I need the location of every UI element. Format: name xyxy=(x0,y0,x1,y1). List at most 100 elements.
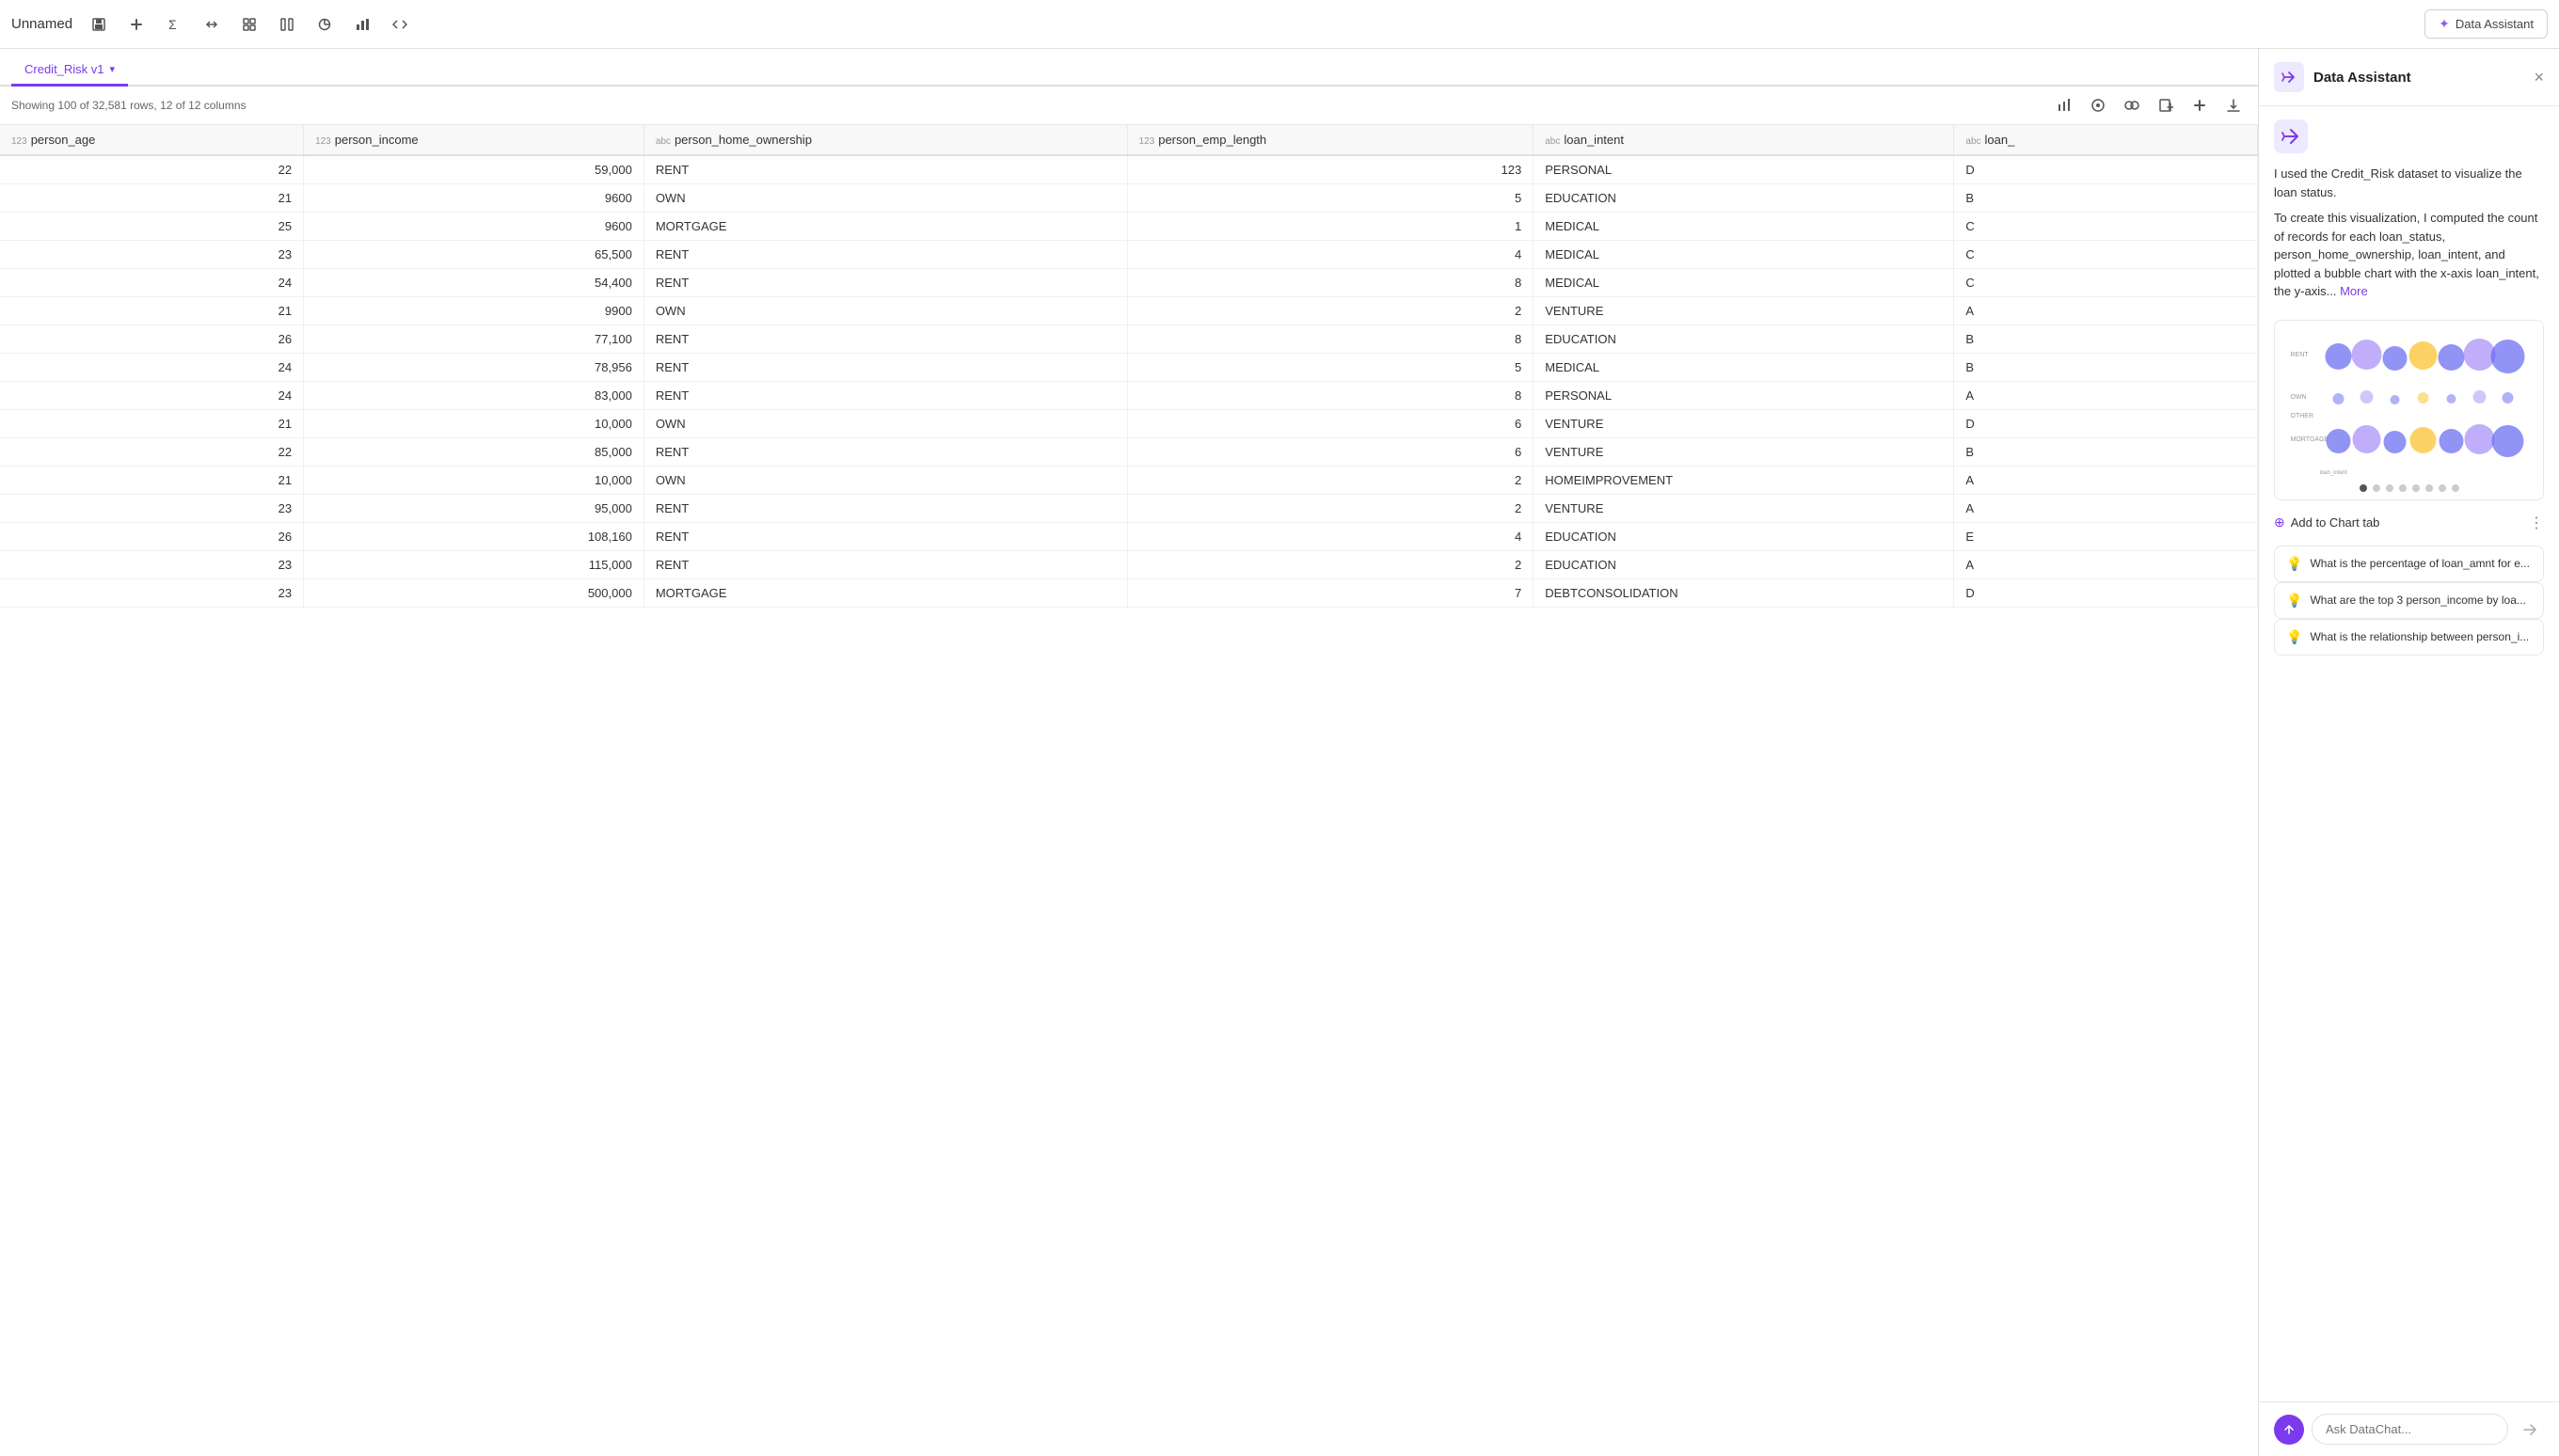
cell-loan: E xyxy=(1954,523,2258,551)
col-header-home-ownership[interactable]: abcperson_home_ownership xyxy=(644,125,1127,155)
chart-dot-5[interactable] xyxy=(2425,484,2433,492)
cell-income: 85,000 xyxy=(304,438,644,467)
download-icon[interactable] xyxy=(2220,92,2247,119)
cell-age: 21 xyxy=(0,297,304,325)
add-column-icon[interactable] xyxy=(2153,92,2179,119)
credit-risk-tab[interactable]: Credit_Risk v1 ▾ xyxy=(11,55,128,87)
chat-send-button[interactable] xyxy=(2516,1416,2544,1444)
add-button[interactable] xyxy=(121,9,151,40)
cell-age: 21 xyxy=(0,184,304,213)
table-row: 21 10,000 OWN 2 HOMEIMPROVEMENT A xyxy=(0,467,2258,495)
columns-button[interactable] xyxy=(272,9,302,40)
assistant-message2: To create this visualization, I computed… xyxy=(2274,209,2544,301)
code-button[interactable] xyxy=(385,9,415,40)
suggestion-item-1[interactable]: 💡 What are the top 3 person_income by lo… xyxy=(2274,582,2544,619)
suggestions-list: 💡 What is the percentage of loan_amnt fo… xyxy=(2274,546,2544,656)
spreadsheet-panel: Credit_Risk v1 ▾ Showing 100 of 32,581 r… xyxy=(0,49,2258,1456)
cell-loan: C xyxy=(1954,241,2258,269)
cell-income: 54,400 xyxy=(304,269,644,297)
pie-chart-button[interactable] xyxy=(310,9,340,40)
cell-intent: VENTURE xyxy=(1534,410,1954,438)
cell-emp: 123 xyxy=(1127,155,1534,184)
cell-loan: A xyxy=(1954,297,2258,325)
cell-intent: MEDICAL xyxy=(1534,213,1954,241)
cell-age: 22 xyxy=(0,155,304,184)
chart-button[interactable] xyxy=(347,9,377,40)
add-to-chart-label[interactable]: Add to Chart tab xyxy=(2291,515,2380,530)
chart-dot-0[interactable] xyxy=(2360,484,2367,492)
chart-dot-1[interactable] xyxy=(2373,484,2380,492)
cell-home: OWN xyxy=(644,410,1127,438)
cell-loan: D xyxy=(1954,579,2258,608)
cell-income: 10,000 xyxy=(304,410,644,438)
table-row: 24 78,956 RENT 5 MEDICAL B xyxy=(0,354,2258,382)
assistant-title: Data Assistant xyxy=(2313,70,2524,86)
dataset-actions xyxy=(2051,92,2247,119)
chart-dot-6[interactable] xyxy=(2439,484,2446,492)
chart-dot-3[interactable] xyxy=(2399,484,2407,492)
cell-income: 9600 xyxy=(304,184,644,213)
cell-home: RENT xyxy=(644,241,1127,269)
chart-dot-4[interactable] xyxy=(2412,484,2420,492)
chat-input[interactable] xyxy=(2312,1414,2508,1445)
cell-income: 9600 xyxy=(304,213,644,241)
cell-emp: 2 xyxy=(1127,467,1534,495)
cell-emp: 2 xyxy=(1127,551,1534,579)
cell-loan: D xyxy=(1954,410,2258,438)
sigma-button[interactable]: Σ xyxy=(159,9,189,40)
cell-loan: A xyxy=(1954,495,2258,523)
table-body: 22 59,000 RENT 123 PERSONAL D 21 9600 OW… xyxy=(0,155,2258,608)
suggestion-item-2[interactable]: 💡 What is the relationship between perso… xyxy=(2274,619,2544,656)
cell-intent: HOMEIMPROVEMENT xyxy=(1534,467,1954,495)
data-table-container[interactable]: 123person_age 123person_income abcperson… xyxy=(0,125,2258,1456)
table-row: 22 85,000 RENT 6 VENTURE B xyxy=(0,438,2258,467)
assistant-body: I used the Credit_Risk dataset to visual… xyxy=(2259,106,2559,1401)
cell-home: OWN xyxy=(644,297,1127,325)
table-row: 21 9900 OWN 2 VENTURE A xyxy=(0,297,2258,325)
assistant-close-button[interactable]: × xyxy=(2534,68,2544,87)
table-row: 23 95,000 RENT 2 VENTURE A xyxy=(0,495,2258,523)
col-header-emp-length[interactable]: 123person_emp_length xyxy=(1127,125,1534,155)
more-options-button[interactable]: ⋮ xyxy=(2529,514,2544,532)
cell-income: 115,000 xyxy=(304,551,644,579)
cell-intent: EDUCATION xyxy=(1534,325,1954,354)
chart-dot-7[interactable] xyxy=(2452,484,2459,492)
suggestion-item-0[interactable]: 💡 What is the percentage of loan_amnt fo… xyxy=(2274,546,2544,582)
cell-age: 23 xyxy=(0,579,304,608)
transform-button[interactable] xyxy=(197,9,227,40)
col-header-person-age[interactable]: 123person_age xyxy=(0,125,304,155)
row-count-info: Showing 100 of 32,581 rows, 12 of 12 col… xyxy=(11,99,246,112)
cell-home: OWN xyxy=(644,184,1127,213)
tab-dropdown-icon[interactable]: ▾ xyxy=(110,63,116,75)
cell-home: MORTGAGE xyxy=(644,579,1127,608)
add-to-chart-row[interactable]: ⊕ Add to Chart tab ⋮ xyxy=(2274,512,2544,534)
cell-home: RENT xyxy=(644,269,1127,297)
cell-emp: 8 xyxy=(1127,325,1534,354)
data-assistant-button[interactable]: ✦ Data Assistant xyxy=(2424,9,2548,39)
cell-intent: VENTURE xyxy=(1534,297,1954,325)
cell-emp: 8 xyxy=(1127,269,1534,297)
chart-dot-2[interactable] xyxy=(2386,484,2393,492)
app-title: Unnamed xyxy=(11,16,72,32)
cell-loan: C xyxy=(1954,269,2258,297)
chart-view-icon[interactable] xyxy=(2051,92,2077,119)
col-header-loan-intent[interactable]: abcloan_intent xyxy=(1534,125,1954,155)
assistant-icon-row xyxy=(2274,119,2544,153)
svg-text:OWN: OWN xyxy=(2291,394,2307,401)
join-icon[interactable] xyxy=(2119,92,2145,119)
more-link[interactable]: More xyxy=(2340,284,2368,298)
filter-icon[interactable] xyxy=(2085,92,2111,119)
grid-button[interactable] xyxy=(234,9,264,40)
col-header-loan[interactable]: abcloan_ xyxy=(1954,125,2258,155)
cell-home: RENT xyxy=(644,382,1127,410)
cell-income: 95,000 xyxy=(304,495,644,523)
cell-home: RENT xyxy=(644,495,1127,523)
suggestion-icon-1: 💡 xyxy=(2286,593,2302,609)
table-row: 23 115,000 RENT 2 EDUCATION A xyxy=(0,551,2258,579)
table-row: 23 500,000 MORTGAGE 7 DEBTCONSOLIDATION … xyxy=(0,579,2258,608)
col-header-person-income[interactable]: 123person_income xyxy=(304,125,644,155)
save-button[interactable] xyxy=(84,9,114,40)
svg-text:RENT: RENT xyxy=(2291,352,2310,358)
add-icon[interactable] xyxy=(2186,92,2213,119)
table-row: 21 9600 OWN 5 EDUCATION B xyxy=(0,184,2258,213)
